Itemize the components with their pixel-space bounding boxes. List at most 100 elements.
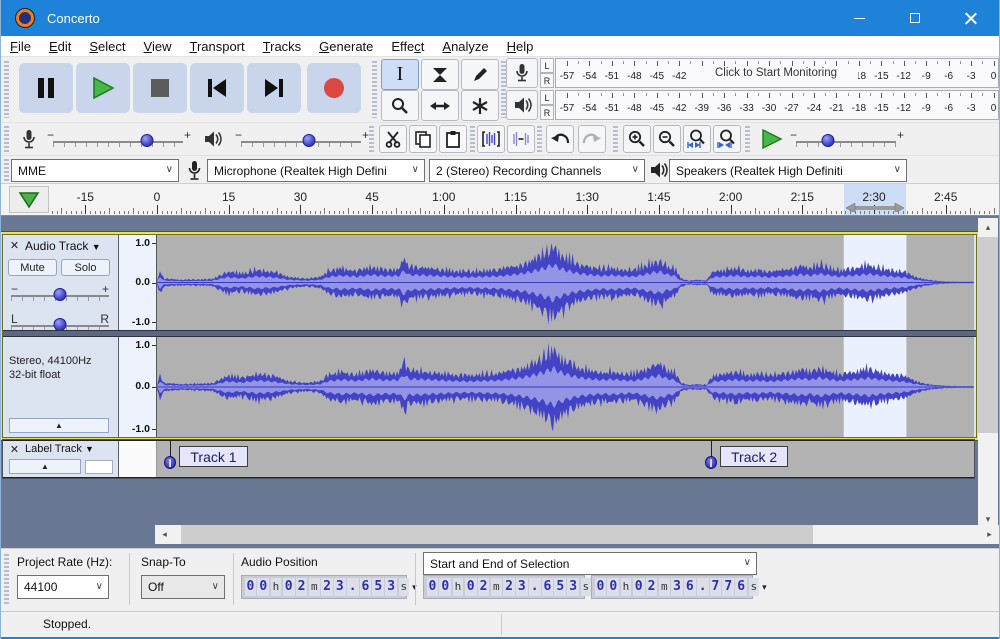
zoom-selection-button[interactable] (683, 125, 711, 153)
trim-audio-button[interactable] (477, 125, 505, 153)
selection-start-display[interactable]: 00h02m23.653s▾ (423, 575, 599, 599)
record-meter-button[interactable] (506, 58, 538, 88)
close-track-icon[interactable]: ✕ (7, 442, 22, 457)
label-text-box[interactable]: Track 2 (720, 446, 789, 467)
undo-group-grip[interactable] (537, 126, 542, 153)
cut-button[interactable] (379, 125, 407, 153)
selection-end-display[interactable]: 0 0 h 0 2 m 3 6. 7 7 6 s ▾ (591, 575, 767, 599)
menu-generate[interactable]: Generate (310, 38, 382, 55)
menu-select[interactable]: Select (80, 38, 134, 55)
device-toolbar-grip[interactable] (4, 159, 9, 182)
paste-button[interactable] (439, 125, 467, 153)
transport-toolbar-grip[interactable] (4, 61, 9, 118)
label-track-control-panel[interactable]: ✕ Label Track ▼ ▲ (3, 441, 119, 477)
stop-button[interactable] (133, 63, 187, 113)
recording-device-select[interactable]: Microphone (Realtek High Defini ∨ (207, 159, 425, 182)
scroll-left-icon[interactable]: ◂ (155, 525, 174, 544)
selection-tool-button[interactable]: I (381, 59, 419, 90)
playback-meter[interactable]: LR -57 -54 -51 -48 -45 -42 -39 -36 -33 -30 -27 -24-… (506, 90, 999, 120)
undo-button[interactable] (546, 125, 574, 153)
maximize-button[interactable] (887, 0, 943, 36)
zoom-tool-button[interactable] (381, 90, 419, 121)
zoom-fit-project-button[interactable] (713, 125, 741, 153)
waveform-channel-1[interactable] (157, 235, 974, 330)
record-meter-scale-body[interactable]: -57-54-51-48-45-42-39-36-33-30-27-24-21-… (555, 58, 999, 88)
solo-button[interactable]: Solo (61, 259, 110, 276)
redo-button[interactable] (578, 125, 606, 153)
timeshift-tool-button[interactable] (421, 90, 459, 121)
multi-tool-button[interactable] (461, 90, 499, 121)
mixer-toolbar-grip[interactable] (4, 126, 9, 153)
collapse-track-button[interactable]: ▲ (9, 418, 109, 433)
menu-file[interactable]: File (1, 38, 40, 55)
audio-track-title[interactable]: Audio Track ▼ (25, 239, 101, 253)
recording-volume-thumb[interactable] (140, 134, 154, 147)
minimize-button[interactable] (831, 0, 887, 36)
label-track[interactable]: ✕ Label Track ▼ ▲ Track 1 Track 2 (3, 440, 974, 478)
recording-channels-select[interactable]: 2 (Stereo) Recording Channels ∨ (429, 159, 645, 182)
playback-volume-thumb[interactable] (302, 134, 316, 147)
recording-volume-slider[interactable]: − + (47, 128, 191, 149)
menu-help[interactable]: Help (498, 38, 543, 55)
zoom-in-button[interactable] (623, 125, 651, 153)
collapse-track-button[interactable]: ▲ (9, 459, 81, 474)
pinned-play-head-button[interactable] (9, 186, 49, 213)
menu-tracks[interactable]: Tracks (254, 38, 311, 55)
monitoring-hint[interactable]: Click to Start Monitoring (694, 67, 858, 79)
copy-button[interactable] (409, 125, 437, 153)
project-rate-select[interactable]: 44100 ∨ (17, 575, 109, 599)
selection-range-mode-select[interactable]: Start and End of Selection ∨ (423, 552, 757, 575)
audio-position-display[interactable]: 00h02m23.653s▾ (241, 575, 417, 599)
label-text-box[interactable]: Track 1 (179, 446, 248, 467)
record-button[interactable] (307, 63, 361, 113)
recording-meter[interactable]: LR -57-54-51-48-45-42-39-36-33-30-27-24-… (506, 58, 999, 88)
label-track-content[interactable]: Track 1 Track 2 (157, 441, 974, 477)
label-marker-icon[interactable] (164, 456, 177, 469)
playback-volume-slider[interactable]: − + (235, 128, 369, 149)
vertical-scrollbar[interactable]: ▴ ▾ (978, 218, 998, 529)
track-area[interactable]: ✕ Audio Track ▼ Mute Solo − + L R Stereo… (1, 216, 999, 548)
horizontal-scrollbar-thumb[interactable] (181, 525, 813, 544)
scroll-up-icon[interactable]: ▴ (978, 218, 998, 237)
snap-to-select[interactable]: Off ∨ (141, 575, 225, 599)
horizontal-scrollbar[interactable]: ◂ ▸ (155, 525, 999, 544)
close-track-icon[interactable]: ✕ (7, 238, 22, 253)
audio-track[interactable]: ✕ Audio Track ▼ Mute Solo − + L R Stereo… (3, 235, 976, 437)
skip-to-start-button[interactable] (190, 63, 244, 113)
timeline-ruler[interactable]: -15 0 15 30 45 1:00 1:15 1:30 1:45 2:00 2:15 2:30 2:… (1, 184, 999, 216)
envelope-tool-button[interactable] (421, 59, 459, 90)
playback-meter-scale-body[interactable]: -57 -54 -51 -48 -45 -42 -39 -36 -33 -30 -27 -24 -21-… (555, 90, 999, 120)
play-button[interactable] (76, 63, 130, 113)
waveform-channel-2[interactable] (157, 337, 974, 437)
play-speed-thumb[interactable] (821, 134, 835, 147)
play-at-speed-button[interactable] (755, 125, 789, 153)
zoom-out-button[interactable] (653, 125, 681, 153)
draw-tool-button[interactable] (461, 59, 499, 90)
vertical-scrollbar-thumb[interactable] (978, 237, 998, 433)
menu-analyze[interactable]: Analyze (433, 38, 497, 55)
menu-edit[interactable]: Edit (40, 38, 80, 55)
zoom-group-grip[interactable] (613, 126, 618, 153)
play-speed-slider[interactable]: − + (790, 128, 904, 149)
mute-button[interactable]: Mute (8, 259, 57, 276)
label-track-title[interactable]: Label Track ▼ (25, 443, 94, 455)
scroll-down-icon[interactable]: ▾ (978, 510, 998, 529)
selection-toolbar-grip[interactable] (4, 554, 9, 604)
label-marker-icon[interactable] (705, 456, 717, 469)
trim-group-grip[interactable] (470, 126, 475, 153)
audio-host-select[interactable]: MME ∨ (11, 159, 179, 182)
close-button[interactable] (943, 0, 999, 36)
pause-button[interactable] (19, 63, 73, 113)
menu-transport[interactable]: Transport (180, 38, 253, 55)
edit-toolbar-grip[interactable] (369, 126, 374, 153)
playback-meter-button[interactable] (506, 90, 538, 120)
menu-view[interactable]: View (135, 38, 181, 55)
silence-audio-button[interactable] (507, 125, 535, 153)
playback-device-select[interactable]: Speakers (Realtek High Definiti ∨ (669, 159, 907, 182)
tools-toolbar-grip[interactable] (372, 61, 377, 118)
gain-thumb[interactable] (53, 288, 67, 301)
time-format-arrow-icon[interactable]: ▾ (762, 582, 767, 593)
selection-resize-arrow-icon[interactable] (846, 203, 905, 212)
skip-to-end-button[interactable] (247, 63, 301, 113)
menu-effect[interactable]: Effect (382, 38, 433, 55)
